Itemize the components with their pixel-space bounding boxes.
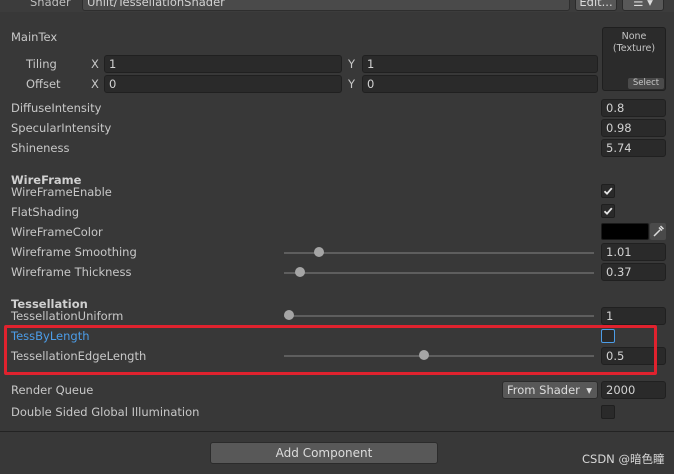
texture-select-button[interactable]: Select (628, 78, 664, 89)
add-component-label: Add Component (275, 446, 373, 460)
smoothing-slider-track[interactable] (284, 252, 594, 254)
chevron-down-icon: ▾ (586, 383, 592, 397)
diffuse-input[interactable]: 0.8 (601, 99, 666, 117)
smoothing-input[interactable]: 1.01 (601, 243, 666, 261)
wireframe-color-label: WireFrameColor (11, 225, 103, 239)
tiling-y-input[interactable]: 1 (362, 55, 598, 73)
wireframe-enable-checkbox[interactable] (601, 184, 615, 198)
render-queue-dropdown-value: From Shader (507, 383, 580, 397)
render-queue-input[interactable]: 2000 (601, 381, 666, 399)
wireframe-thickness-label: Wireframe Thickness (11, 265, 132, 279)
offset-x-input[interactable]: 0 (104, 75, 342, 93)
checkmark-icon (603, 187, 613, 196)
shader-dropdown[interactable]: Unlit/TessellationShader (82, 0, 570, 11)
double-sided-gi-checkbox[interactable] (601, 405, 615, 419)
offset-label: Offset (26, 77, 61, 91)
render-queue-dropdown[interactable]: From Shader ▾ (502, 381, 598, 399)
shininess-label: Shineness (11, 141, 70, 155)
tess-uniform-slider-knob[interactable] (284, 310, 294, 320)
shininess-input[interactable]: 5.74 (601, 139, 666, 157)
tess-uniform-label: TessellationUniform (11, 309, 124, 323)
wireframe-color-swatch[interactable] (601, 223, 649, 240)
tess-edge-length-label: TessellationEdgeLength (11, 349, 147, 363)
tess-uniform-slider-track[interactable] (284, 315, 594, 317)
double-sided-gi-label: Double Sided Global Illumination (11, 405, 200, 419)
specular-label: SpecularIntensity (11, 121, 112, 135)
eyedropper-icon (653, 225, 665, 237)
shader-label: Shader (30, 0, 71, 9)
edge-length-input[interactable]: 0.5 (601, 347, 666, 365)
texture-type-text: (Texture) (612, 43, 656, 54)
hamburger-icon: ☰ ▾ (633, 0, 653, 9)
add-component-button[interactable]: Add Component (210, 442, 438, 464)
tiling-label: Tiling (26, 57, 57, 71)
thickness-slider-track[interactable] (284, 272, 594, 274)
shader-menu-button[interactable]: ☰ ▾ (622, 0, 664, 11)
flat-shading-checkbox[interactable] (601, 204, 615, 218)
wireframe-smoothing-label: Wireframe Smoothing (11, 245, 137, 259)
smoothing-slider-knob[interactable] (314, 247, 324, 257)
offset-y-input[interactable]: 0 (362, 75, 598, 93)
tess-by-length-label: TessByLength (11, 329, 90, 343)
maintex-label: MainTex (11, 30, 58, 44)
flat-shading-label: FlatShading (11, 205, 80, 219)
diffuse-label: DiffuseIntensity (11, 101, 102, 115)
wireframe-enable-label: WireFrameEnable (11, 185, 112, 199)
tiling-x-input[interactable]: 1 (104, 55, 342, 73)
tiling-x-label: X (91, 57, 99, 71)
inspector-divider (0, 431, 674, 432)
eyedropper-button[interactable] (650, 223, 666, 240)
watermark-text: CSDN @暗色瞳 (582, 452, 665, 466)
thickness-slider-knob[interactable] (295, 267, 305, 277)
thickness-input[interactable]: 0.37 (601, 263, 666, 281)
edge-length-slider-knob[interactable] (419, 350, 429, 360)
offset-x-label: X (91, 77, 99, 91)
edit-label: Edit... (579, 0, 613, 9)
edge-length-slider-track[interactable] (284, 355, 594, 357)
shader-value: Unlit/TessellationShader (87, 0, 225, 9)
edit-shader-button[interactable]: Edit... (575, 0, 617, 11)
texture-slot[interactable]: None (Texture) Select (602, 27, 666, 91)
texture-none-text: None (621, 31, 647, 42)
tess-by-length-checkbox[interactable] (601, 329, 615, 343)
checkmark-icon (603, 207, 613, 216)
tess-uniform-input[interactable]: 1 (601, 307, 666, 325)
tiling-y-label: Y (348, 57, 356, 71)
render-queue-label: Render Queue (11, 383, 94, 397)
offset-y-label: Y (348, 77, 356, 91)
specular-input[interactable]: 0.98 (601, 119, 666, 137)
